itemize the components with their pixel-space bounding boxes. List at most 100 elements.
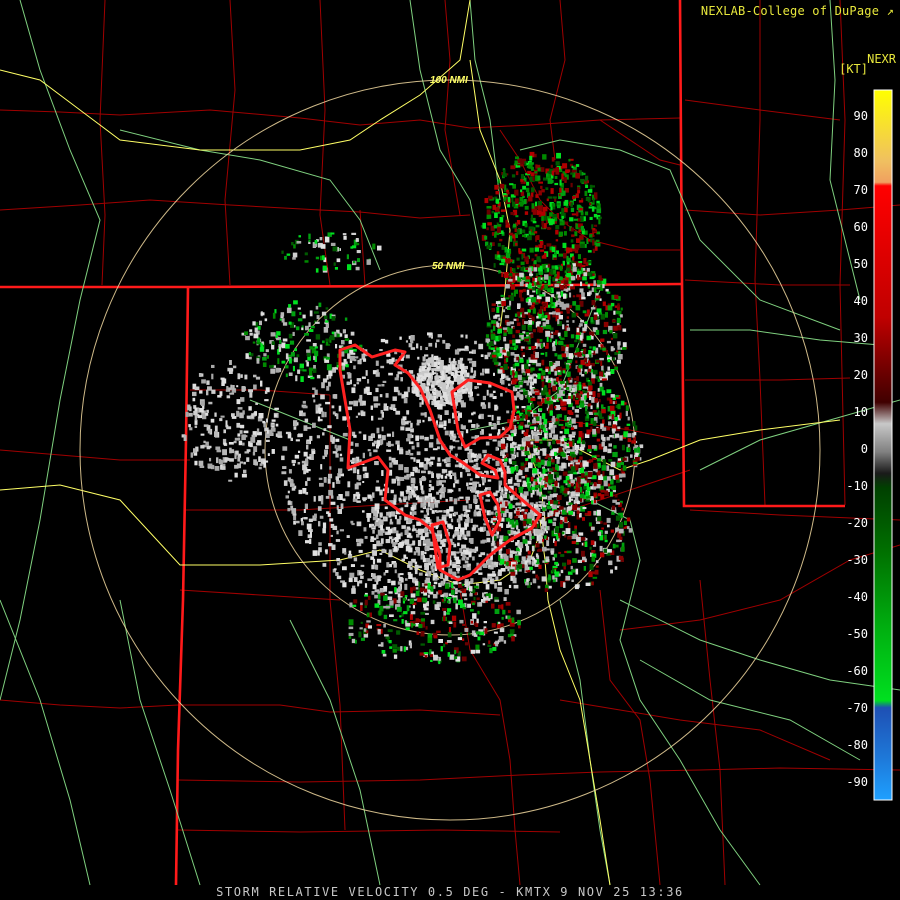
echo-pixel: [381, 384, 385, 387]
echo-pixel: [336, 413, 339, 420]
echo-pixel: [497, 369, 503, 374]
echo-pixel: [407, 433, 412, 439]
echo-pixel: [348, 626, 354, 630]
echo-pixel: [516, 318, 519, 322]
echo-pixel: [367, 595, 371, 600]
echo-pixel: [437, 530, 442, 535]
echo-pixel: [410, 347, 416, 350]
echo-pixel: [434, 574, 439, 578]
echo-pixel: [414, 569, 418, 575]
echo-pixel: [564, 280, 569, 285]
echo-pixel: [424, 655, 428, 658]
echo-pixel: [550, 366, 554, 372]
echo-pixel: [557, 477, 561, 481]
echo-pixel: [556, 458, 560, 464]
echo-pixel: [304, 333, 309, 336]
echo-pixel: [297, 307, 301, 310]
echo-pixel: [410, 611, 416, 615]
echo-pixel: [594, 499, 597, 504]
echo-pixel: [508, 479, 512, 484]
echo-pixel: [470, 649, 476, 654]
echo-pixel: [541, 216, 544, 221]
echo-pixel: [554, 527, 559, 534]
echo-pixel: [443, 610, 446, 616]
echo-pixel: [415, 547, 420, 553]
echo-pixel: [627, 433, 632, 438]
echo-pixel: [548, 501, 551, 506]
echo-pixel: [431, 510, 435, 514]
echo-pixel: [464, 560, 469, 564]
echo-pixel: [572, 256, 575, 261]
echo-pixel: [453, 498, 458, 505]
echo-pixel: [502, 454, 505, 459]
echo-pixel: [506, 410, 510, 414]
echo-pixel: [506, 192, 510, 195]
echo-pixel: [574, 584, 579, 590]
echo-pixel: [533, 447, 538, 452]
echo-pixel: [524, 424, 530, 428]
echo-pixel: [550, 164, 553, 168]
echo-pixel: [555, 167, 559, 173]
echo-pixel: [458, 599, 463, 605]
echo-pixel: [452, 564, 457, 568]
echo-pixel: [498, 480, 503, 486]
echo-pixel: [498, 270, 501, 274]
echo-pixel: [511, 379, 517, 385]
echo-pixel: [534, 426, 537, 432]
echo-pixel: [454, 556, 460, 561]
echo-pixel: [575, 548, 579, 554]
echo-pixel: [297, 462, 301, 465]
echo-pixel: [604, 490, 609, 493]
echo-pixel: [587, 511, 592, 516]
echo-pixel: [376, 624, 382, 627]
echo-pixel: [601, 390, 606, 396]
echo-pixel: [501, 215, 505, 218]
echo-pixel: [360, 605, 363, 611]
echo-pixel: [319, 482, 324, 487]
echo-pixel: [583, 386, 588, 389]
echo-pixel: [601, 408, 606, 414]
echo-pixel: [532, 221, 537, 224]
echo-pixel: [591, 556, 596, 562]
echo-pixel: [604, 530, 608, 534]
echo-pixel: [448, 513, 453, 519]
range-ring-100-label: 100 NMI: [430, 75, 468, 86]
echo-pixel: [614, 566, 618, 570]
echo-pixel: [542, 521, 547, 527]
echo-pixel: [536, 235, 540, 240]
echo-pixel: [572, 558, 577, 563]
echo-pixel: [610, 529, 614, 533]
echo-pixel: [348, 619, 354, 626]
echo-pixel: [547, 490, 552, 494]
echo-pixel: [441, 480, 446, 483]
echo-pixel: [524, 223, 528, 228]
echo-pixel: [360, 564, 365, 567]
echo-pixel: [509, 267, 513, 273]
echo-pixel: [325, 445, 329, 449]
echo-pixel: [444, 410, 449, 415]
echo-pixel: [468, 456, 471, 462]
echo-pixel: [379, 394, 383, 398]
echo-pixel: [338, 468, 343, 474]
echo-pixel: [568, 416, 572, 420]
echo-pixel: [570, 483, 574, 487]
echo-pixel: [593, 463, 598, 469]
echo-pixel: [332, 525, 338, 530]
echo-pixel: [428, 571, 431, 575]
echo-pixel: [591, 445, 597, 449]
echo-pixel: [565, 528, 571, 534]
echo-pixel: [535, 501, 538, 505]
echo-pixel: [575, 414, 579, 418]
echo-pixel: [448, 470, 451, 477]
echo-pixel: [503, 173, 507, 177]
echo-pixel: [373, 510, 378, 516]
echo-pixel: [403, 498, 407, 503]
echo-pixel: [406, 438, 411, 442]
echo-pixel: [383, 623, 386, 628]
echo-pixel: [576, 447, 579, 454]
echo-pixel: [393, 386, 399, 393]
echo-pixel: [449, 506, 454, 512]
echo-pixel: [600, 344, 604, 347]
echo-pixel: [570, 182, 573, 188]
echo-pixel: [543, 245, 546, 250]
